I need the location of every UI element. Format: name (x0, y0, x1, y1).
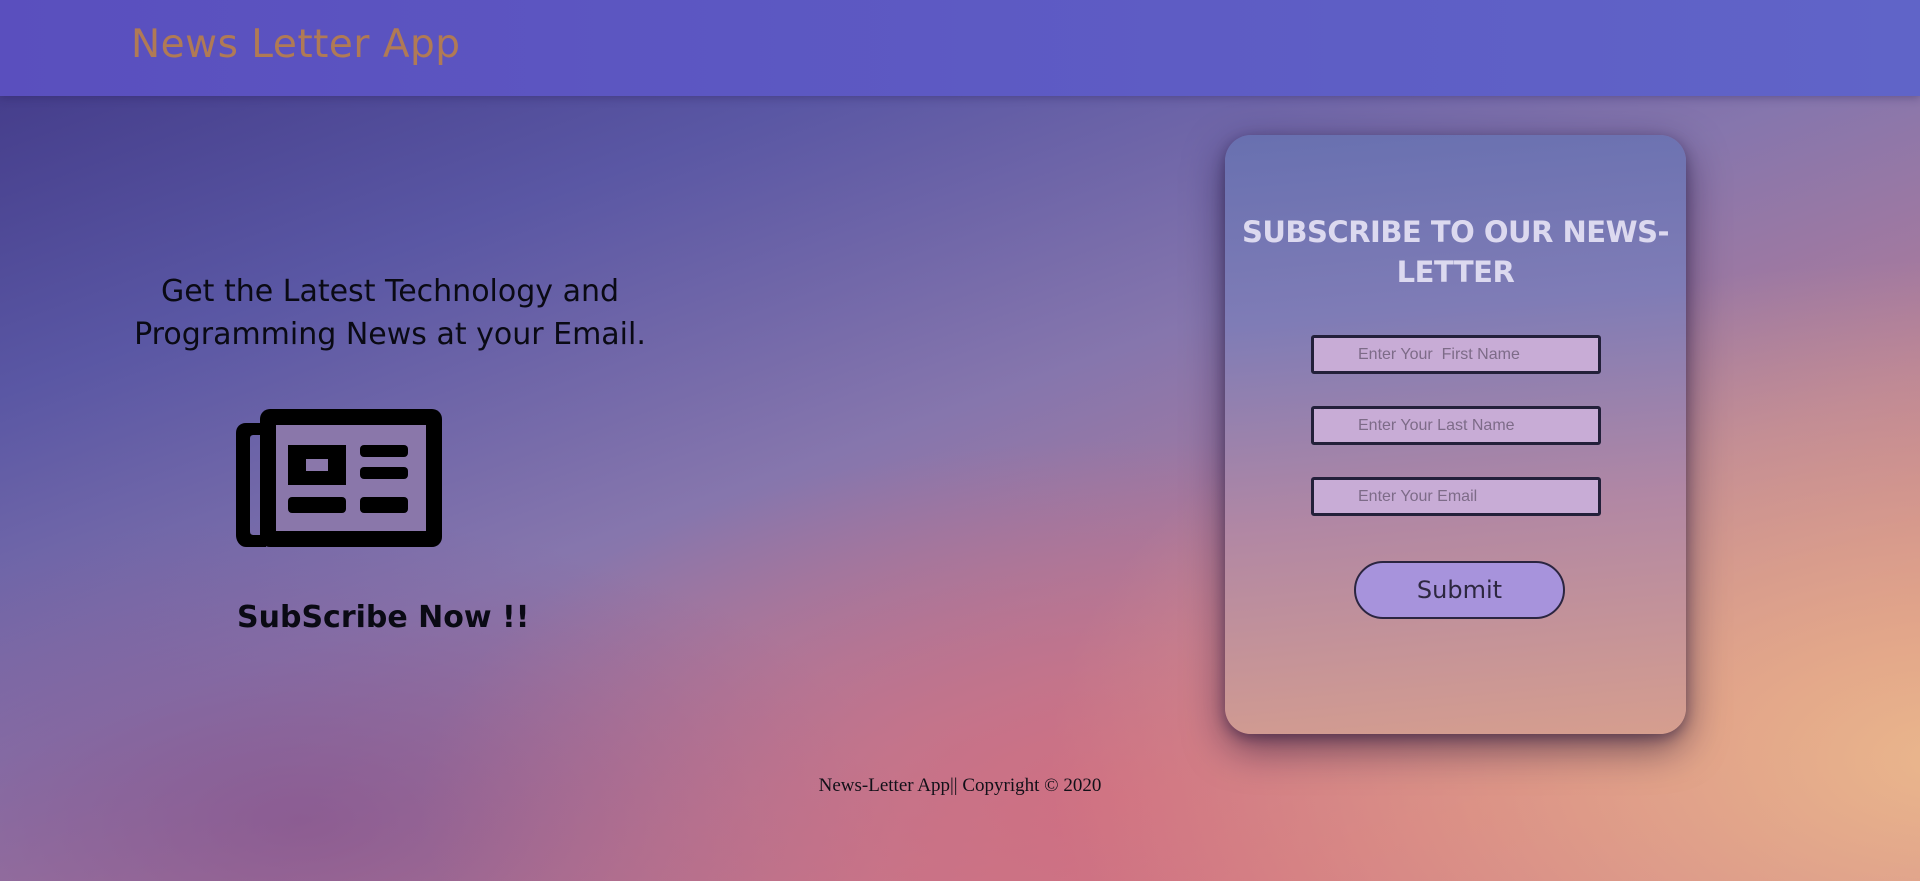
navbar: News Letter App (0, 0, 1920, 96)
first-name-input[interactable] (1311, 335, 1601, 374)
newspaper-icon (236, 409, 442, 547)
email-input[interactable] (1311, 477, 1601, 516)
footer-copyright: News-Letter App|| Copyright © 2020 (818, 775, 1102, 796)
hero-tagline: Get the Latest Technology and Programmin… (134, 274, 646, 352)
subscribe-card-title: SUBSCRIBE TO OUR NEWS-LETTER (1242, 215, 1670, 289)
subscribe-now-heading: SubScribe Now !! (237, 600, 530, 635)
last-name-input[interactable] (1311, 406, 1601, 445)
submit-button[interactable]: Submit (1354, 561, 1565, 619)
subscribe-card: SUBSCRIBE TO OUR NEWS-LETTER Submit (1225, 135, 1686, 734)
brand-logo-text[interactable]: News Letter App (131, 22, 461, 67)
